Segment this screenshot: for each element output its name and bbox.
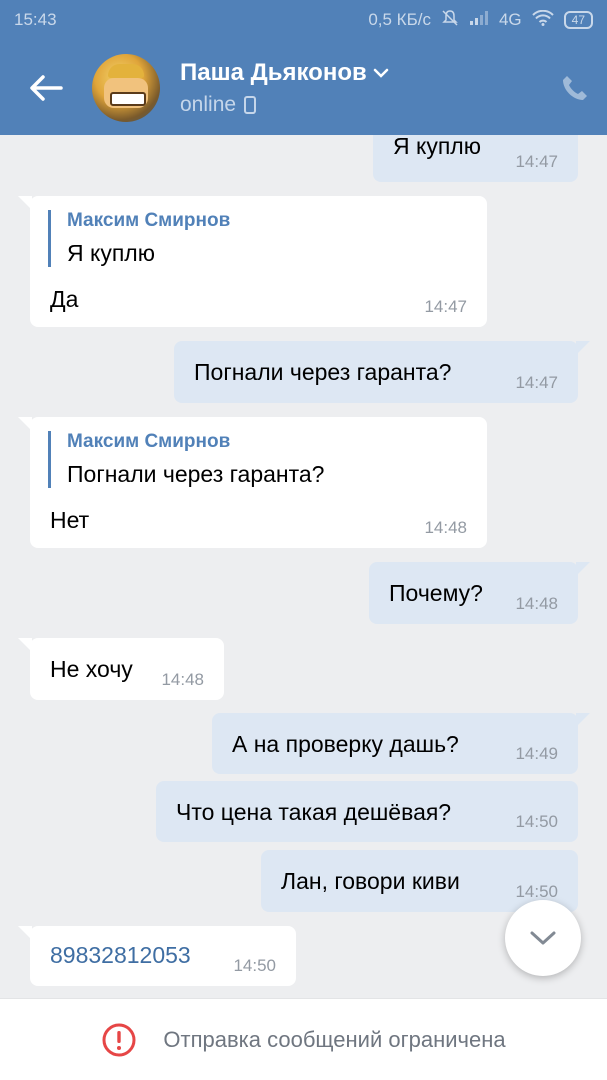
chevron-down-icon	[373, 68, 388, 78]
mute-icon	[441, 9, 459, 32]
message-outgoing[interactable]: Погнали через гаранта? 14:47	[174, 341, 590, 403]
message-time: 14:48	[424, 518, 467, 537]
message-text: Почему?	[389, 580, 483, 606]
composer-restricted-bar: Отправка сообщений ограничена	[0, 998, 607, 1080]
message-incoming-reply[interactable]: Максим Смирнов Я куплю Да 14:47	[18, 196, 487, 327]
avatar[interactable]	[92, 53, 160, 122]
message-list[interactable]: Я куплю 14:47 Максим Смирнов Я куплю Да …	[0, 135, 607, 998]
message-time: 14:49	[515, 744, 558, 763]
message-text: Нет	[50, 507, 90, 533]
message-text: Что цена такая дешёвая?	[176, 799, 452, 825]
bubble-tail	[18, 417, 32, 431]
bubble-tail	[576, 341, 590, 355]
reply-author: Максим Смирнов	[67, 210, 231, 231]
message-time: 14:47	[515, 373, 558, 392]
bubble-tail	[576, 713, 590, 727]
message-outgoing[interactable]: Что цена такая дешёвая? 14:50	[156, 781, 578, 842]
message-text: Да	[50, 286, 79, 312]
status-time: 15:43	[14, 10, 57, 29]
warning-icon	[102, 1023, 136, 1056]
contact-name: Паша Дьяконов	[180, 58, 367, 86]
status-bar: 15:43 0,5 КБ/с 4G 47	[0, 0, 607, 40]
message-time: 14:50	[515, 882, 558, 901]
message-time: 14:47	[424, 297, 467, 316]
message-text: А на проверку дашь?	[232, 731, 459, 757]
bubble-tail	[18, 926, 32, 940]
message-text: Погнали через гаранта?	[194, 359, 452, 385]
phone-number-link[interactable]: 89832812053	[50, 942, 191, 969]
contact-info[interactable]: Паша Дьяконов online	[180, 59, 543, 117]
bubble-tail	[18, 638, 32, 652]
message-text: Я куплю	[393, 135, 481, 159]
chevron-down-icon	[530, 931, 556, 945]
message-outgoing[interactable]: А на проверку дашь? 14:49	[212, 713, 590, 774]
network-type: 4G	[498, 10, 522, 29]
message-incoming[interactable]: Не хочу 14:48	[18, 638, 224, 700]
message-time: 14:48	[515, 594, 558, 613]
arrow-left-icon	[30, 74, 63, 101]
presence-status: online	[180, 92, 237, 116]
restriction-label: Отправка сообщений ограничена	[163, 1026, 506, 1052]
mobile-icon	[244, 95, 257, 114]
signal-icon	[469, 10, 489, 31]
message-outgoing[interactable]: Почему? 14:48	[369, 562, 590, 624]
reply-author: Максим Смирнов	[67, 431, 231, 452]
call-button[interactable]	[543, 73, 607, 103]
back-button[interactable]	[0, 40, 92, 135]
message-incoming-reply[interactable]: Максим Смирнов Погнали через гаранта? Не…	[18, 417, 487, 548]
message-time: 14:48	[161, 670, 204, 689]
status-indicators: 0,5 КБ/с 4G 47	[368, 9, 593, 32]
bubble-tail	[576, 562, 590, 576]
wifi-icon	[531, 9, 554, 31]
bubble-tail	[18, 196, 32, 210]
reply-quote[interactable]: Максим Смирнов Я куплю	[48, 210, 230, 267]
message-time: 14:47	[515, 152, 558, 171]
message-outgoing[interactable]: Я куплю 14:47	[373, 135, 578, 182]
reply-text: Погнали через гаранта?	[67, 461, 325, 487]
battery-icon: 47	[563, 11, 593, 29]
avatar-image	[104, 63, 148, 108]
chat-header: Паша Дьяконов online	[0, 40, 607, 135]
message-text: Не хочу	[50, 656, 133, 682]
scroll-down-button[interactable]	[505, 900, 581, 976]
message-time: 14:50	[233, 956, 276, 975]
reply-text: Я куплю	[67, 240, 155, 266]
net-speed: 0,5 КБ/с	[368, 10, 431, 29]
phone-icon	[563, 75, 587, 100]
message-incoming[interactable]: 89832812053 14:50	[18, 926, 296, 986]
message-time: 14:50	[515, 812, 558, 831]
reply-quote[interactable]: Максим Смирнов Погнали через гаранта?	[48, 431, 324, 488]
message-text: Лан, говори киви	[281, 868, 460, 894]
